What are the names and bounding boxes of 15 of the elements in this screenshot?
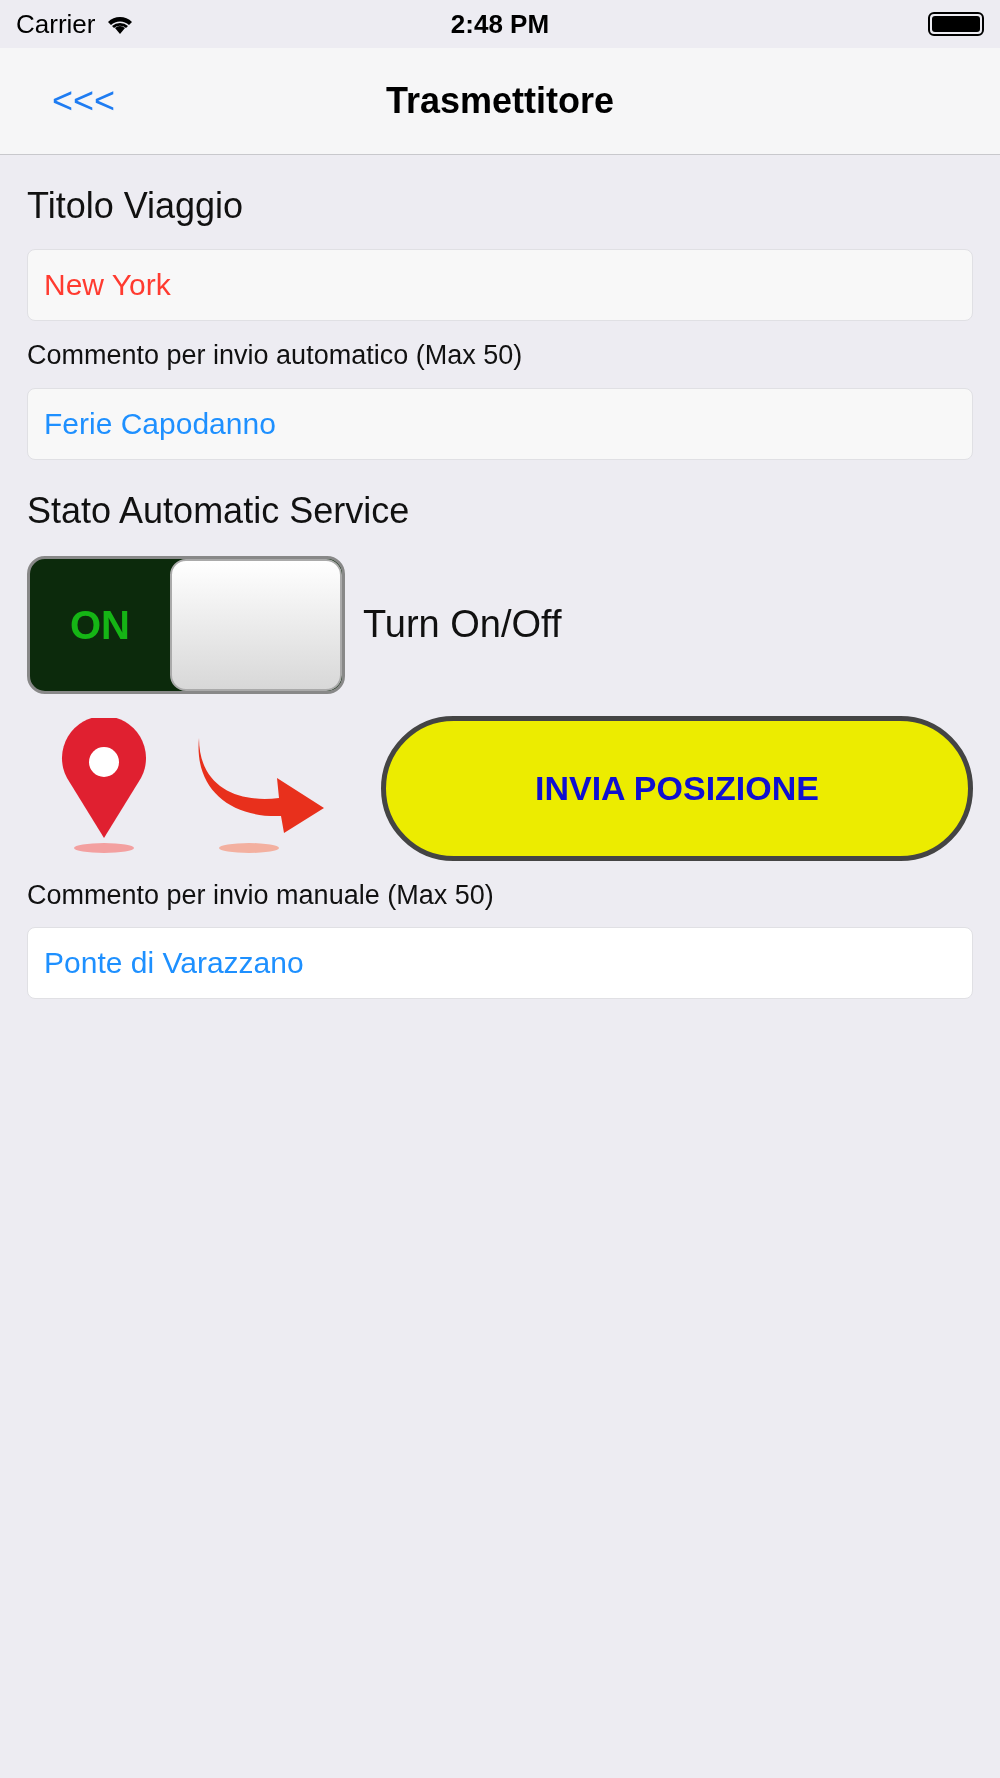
field-label: Commento per invio automatico (Max 50) bbox=[27, 339, 524, 372]
section-title: Titolo Viaggio bbox=[27, 184, 245, 228]
text-field[interactable]: Ponte di Varazzano bbox=[27, 927, 973, 999]
text-field[interactable]: Ferie Capodanno bbox=[27, 387, 973, 460]
toggle-switch[interactable]: ON bbox=[27, 555, 345, 694]
battery-icon bbox=[928, 12, 984, 36]
nav-title: Trasmettitore bbox=[385, 79, 615, 123]
send-position-button[interactable]: INVIA POSIZIONE bbox=[381, 715, 973, 861]
field-label: Commento per invio manuale (Max 50) bbox=[27, 878, 495, 912]
carrier-label: Carrier bbox=[16, 7, 96, 41]
back-button[interactable]: <<< bbox=[52, 74, 116, 128]
section-title: Stato Automatic Service bbox=[27, 488, 411, 533]
clock-time: 2:48 PM bbox=[450, 7, 550, 41]
toggle-caption: Turn On/Off bbox=[363, 602, 562, 647]
text-field[interactable]: New York bbox=[27, 249, 973, 321]
